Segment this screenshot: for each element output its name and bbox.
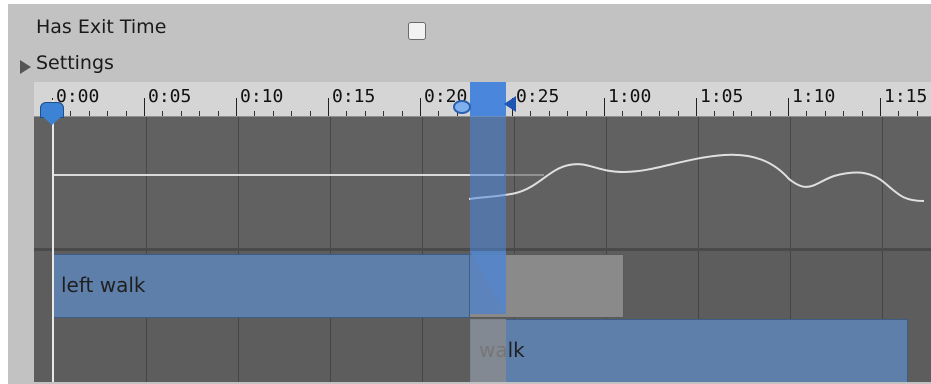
ruler-minor-tick <box>70 111 71 116</box>
ruler-minor-tick <box>733 111 734 116</box>
ruler-major-tick <box>788 98 789 116</box>
settings-foldout-arrow-icon[interactable] <box>20 60 31 74</box>
settings-foldout-label[interactable]: Settings <box>36 52 114 74</box>
ruler-minor-tick <box>199 111 200 116</box>
ruler-time-label: 0:25 <box>516 86 560 107</box>
ruler-minor-tick <box>567 111 568 116</box>
ruler-minor-tick <box>586 111 587 116</box>
ruler-minor-tick <box>862 111 863 116</box>
ruler-minor-tick <box>273 111 274 116</box>
ruler-minor-tick <box>659 111 660 116</box>
ruler-minor-tick <box>365 111 366 116</box>
ruler-time-label: 0:15 <box>332 86 376 107</box>
ruler-minor-tick <box>806 111 807 116</box>
ruler-minor-tick <box>714 111 715 116</box>
clip-left-walk-label: left walk <box>61 273 146 297</box>
ruler-major-tick <box>604 98 605 116</box>
ruler-time-label: 1:00 <box>608 86 652 107</box>
ruler-minor-tick <box>438 111 439 116</box>
ruler-major-tick <box>236 98 237 116</box>
ruler-minor-tick <box>181 111 182 116</box>
ruler-time-label: 0:05 <box>148 86 192 107</box>
ruler-major-tick <box>144 98 145 116</box>
playhead-handle-tip-icon <box>41 115 63 125</box>
transition-start-marker-icon[interactable] <box>453 100 471 114</box>
transition-timeline[interactable]: 0:00 0:05 0:10 0:15 0:20 0:25 1:00 1:05 1:10 1:15… <box>34 82 931 382</box>
ruler-minor-tick <box>126 111 127 116</box>
clip-walk-blend-start <box>470 319 506 382</box>
transition-duration-band[interactable] <box>470 82 506 314</box>
ruler-minor-tick <box>549 111 550 116</box>
ruler-minor-tick <box>678 111 679 116</box>
ruler-minor-tick <box>107 111 108 116</box>
ruler-major-tick <box>420 98 421 116</box>
ruler-minor-tick <box>530 111 531 116</box>
ruler-minor-tick <box>898 111 899 116</box>
ruler-time-label: 0:10 <box>240 86 284 107</box>
ruler-minor-tick <box>917 111 918 116</box>
ruler-time-label: 1:15 <box>884 86 928 107</box>
ruler-major-tick <box>880 98 881 116</box>
clip-left-walk[interactable]: left walk <box>52 254 470 318</box>
ruler-minor-tick <box>843 111 844 116</box>
ruler-time-label: 1:10 <box>792 86 836 107</box>
ruler-major-tick <box>696 98 697 116</box>
has-exit-time-label: Has Exit Time <box>36 16 167 38</box>
has-exit-time-checkbox[interactable] <box>408 22 426 40</box>
ruler-minor-tick <box>310 111 311 116</box>
playhead-line[interactable] <box>52 100 54 382</box>
transition-end-marker-icon[interactable] <box>504 96 516 112</box>
ruler-minor-tick <box>641 111 642 116</box>
ruler-major-tick <box>328 98 329 116</box>
ruler-minor-tick <box>218 111 219 116</box>
clip-walk[interactable]: walk <box>470 319 908 382</box>
ruler-minor-tick <box>402 111 403 116</box>
destination-curve <box>468 153 925 202</box>
ruler-minor-tick <box>751 111 752 116</box>
ruler-minor-tick <box>291 111 292 116</box>
ruler-time-label: 1:05 <box>700 86 744 107</box>
ruler-minor-tick <box>383 111 384 116</box>
ruler-minor-tick <box>825 111 826 116</box>
ruler-minor-tick <box>162 111 163 116</box>
ruler-minor-tick <box>622 111 623 116</box>
ruler-minor-tick <box>770 111 771 116</box>
ruler-minor-tick <box>346 111 347 116</box>
ruler-minor-tick <box>254 111 255 116</box>
ruler-minor-tick <box>89 111 90 116</box>
transition-duration-handle[interactable] <box>470 82 506 116</box>
